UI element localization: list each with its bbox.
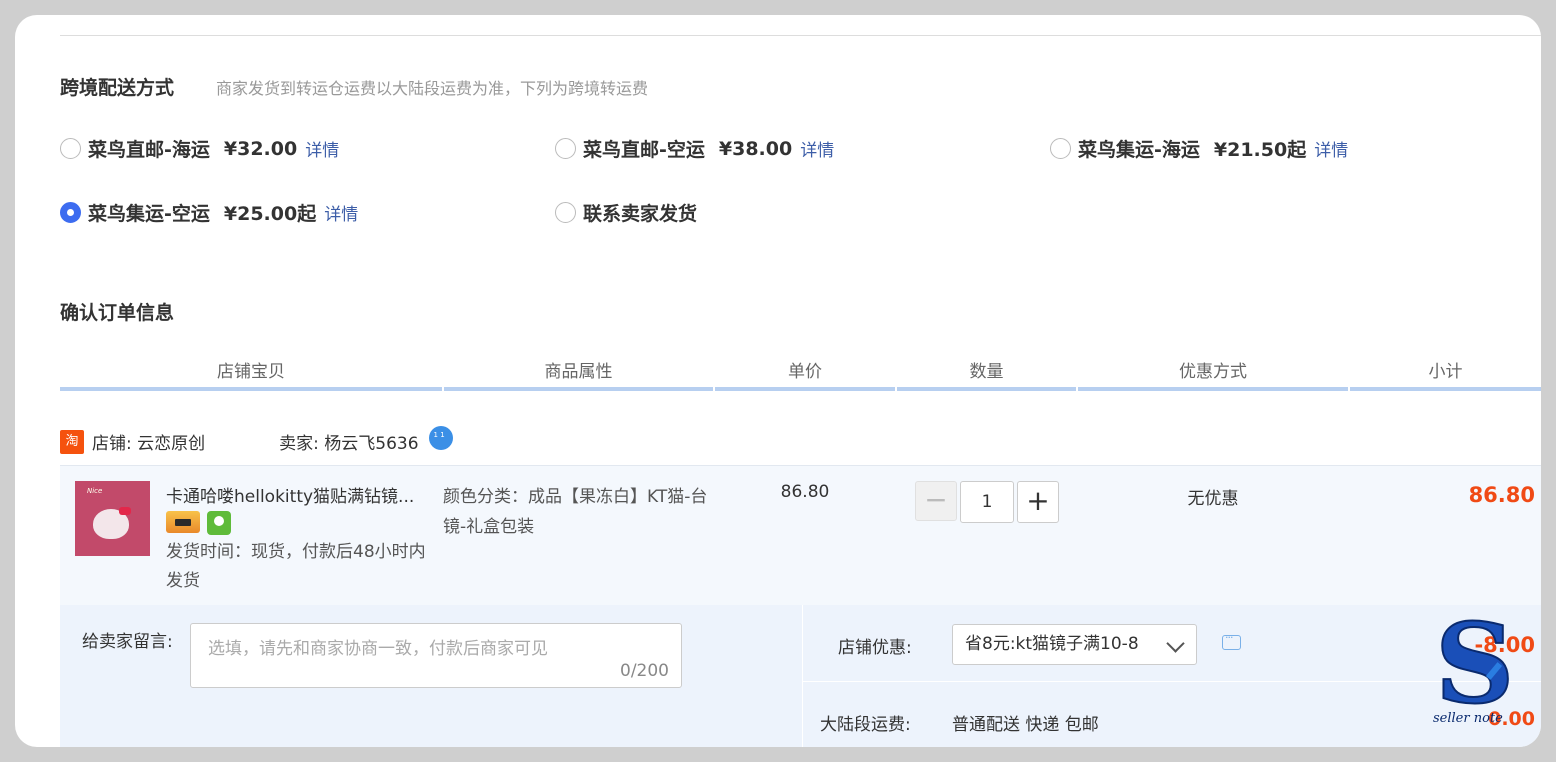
order-extras: 给卖家留言: 选填，请先和商家协商一致，付款后商家可见 0/200 店铺优惠: … [60,605,1541,747]
product-title[interactable]: 卡通哈喽hellokitty猫贴满钻镜... [166,482,436,507]
option-name: 菜鸟直邮-海运 [88,139,210,161]
option-name: 菜鸟集运-海运 [1078,139,1200,161]
ship-time: 发货时间：现货，付款后48小时内发货 [166,542,426,591]
shipping-option-consolidated-air[interactable]: 菜鸟集运-空运 ¥25.00起 详情 [60,199,358,226]
divider [60,35,1541,36]
kitty-bow [119,507,131,515]
option-price: ¥21.50起 [1213,139,1307,161]
service-badge-icon [207,511,231,535]
mainland-fee-value: 普通配送 快递 包邮 [952,715,1099,735]
quantity-increase-button[interactable]: + [1017,481,1059,523]
header-unit-price: 单价 [715,357,895,391]
seller-name[interactable]: 卖家: 杨云飞5636 [279,429,418,454]
header-store-item: 店铺宝贝 [60,357,442,391]
mainland-fee-label: 大陆段运费: [820,715,911,735]
option-price: ¥32.00 [223,137,298,160]
shop-row: 淘 店铺: 云恋原创 卖家: 杨云飞5636 [60,425,453,454]
logo-caption: seller note [1433,711,1503,726]
radio-button[interactable] [555,138,576,159]
option-price: ¥38.00 [718,137,793,160]
wangwang-chat-icon[interactable] [428,425,453,450]
details-link[interactable]: 详情 [1314,136,1348,161]
shipping-option-contact-seller[interactable]: 联系卖家发货 [555,199,697,226]
seller-note-logo: S seller note [1433,610,1515,729]
quantity-input[interactable]: 1 [960,481,1014,523]
option-name: 菜鸟集运-空运 [88,203,210,225]
shipping-note: 商家发货到转运仓运费以大陆段运费为准，下列为跨境转运费 [216,79,649,98]
taobao-icon: 淘 [60,429,84,454]
radio-button[interactable] [60,138,81,159]
radio-button[interactable] [555,202,576,223]
shipping-option-direct-air[interactable]: 菜鸟直邮-空运 ¥38.00 详情 [555,135,834,162]
option-price: ¥25.00起 [223,203,317,225]
divider [802,605,803,747]
unit-price: 86.80 [780,482,830,502]
product-attributes: 颜色分类：成品【果冻白】KT猫-台镜-礼盒包装 [443,487,708,537]
shipping-title: 跨境配送方式 [60,77,175,99]
shipping-option-direct-sea[interactable]: 菜鸟直邮-海运 ¥32.00 详情 [60,135,339,162]
details-link[interactable]: 详情 [324,200,358,225]
radio-button-selected[interactable] [60,202,81,223]
option-name: 联系卖家发货 [583,203,698,225]
chevron-down-icon [1166,634,1185,653]
checkout-panel: 跨境配送方式 商家发货到转运仓运费以大陆段运费为准，下列为跨境转运费 菜鸟直邮-… [15,15,1541,747]
radio-button[interactable] [1050,138,1071,159]
order-item-row: Nice 卡通哈喽hellokitty猫贴满钻镜... 发货时间：现货，付款后4… [60,465,1541,606]
product-thumbnail[interactable]: Nice [75,481,150,556]
shipping-option-consolidated-sea[interactable]: 菜鸟集运-海运 ¥21.50起 详情 [1050,135,1348,162]
promo-method: 无优惠 [1187,489,1239,509]
coupon-label: 店铺优惠: [838,638,912,658]
option-name: 菜鸟直邮-空运 [583,139,705,161]
card-badge-icon [166,511,200,533]
coupon-selected-value: 省8元:kt猫镜子满10-8 [965,634,1139,654]
seller-message-input[interactable]: 选填，请先和商家协商一致，付款后商家可见 0/200 [190,623,682,688]
quantity-decrease-button[interactable]: − [915,481,957,521]
details-link[interactable]: 详情 [305,136,339,161]
header-subtotal: 小计 [1350,357,1541,391]
order-title: 确认订单信息 [60,302,175,324]
message-label: 给卖家留言: [82,632,173,652]
message-placeholder: 选填，请先和商家协商一致，付款后商家可见 [208,639,548,659]
header-attributes: 商品属性 [444,357,713,391]
message-char-count: 0/200 [620,661,669,681]
header-promo: 优惠方式 [1078,357,1348,391]
header-quantity: 数量 [897,357,1076,391]
shop-name[interactable]: 店铺: 云恋原创 [92,429,205,454]
details-link[interactable]: 详情 [800,136,834,161]
item-subtotal: 86.80 [1468,483,1535,507]
coupon-select[interactable]: 省8元:kt猫镜子满10-8 [952,624,1197,665]
message-bubble-icon[interactable] [1222,631,1241,650]
thumbnail-text: Nice [87,487,103,495]
